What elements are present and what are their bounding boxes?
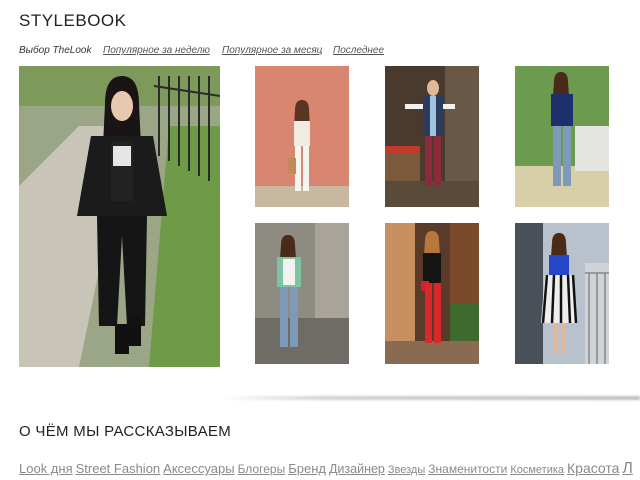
look-photo-2[interactable] <box>385 66 479 207</box>
tab-popular-week[interactable]: Популярное за неделю <box>103 45 210 56</box>
tag-bloggers[interactable]: Блогеры <box>238 462 286 476</box>
tag-street-fashion[interactable]: Street Fashion <box>76 461 161 476</box>
look-image-2 <box>385 66 479 207</box>
look-image-6 <box>515 223 609 364</box>
look-photo-3[interactable] <box>515 66 609 207</box>
tag-more[interactable]: Л <box>622 460 633 477</box>
tag-designer[interactable]: Дизайнер <box>329 462 385 476</box>
section-divider <box>220 396 640 400</box>
tag-brand[interactable]: Бренд <box>288 461 326 476</box>
tag-accessories[interactable]: Аксессуары <box>163 461 234 476</box>
tag-cosmetics[interactable]: Косметика <box>510 464 564 476</box>
tag-stars[interactable]: Звезды <box>388 464 425 476</box>
tag-celebrities[interactable]: Знаменитости <box>428 462 507 476</box>
tab-popular-month[interactable]: Популярное за месяц <box>222 45 322 56</box>
look-photo-1[interactable] <box>255 66 349 207</box>
tab-latest[interactable]: Последнее <box>333 45 384 56</box>
section-title: О ЧЁМ МЫ РАССКАЗЫВАЕМ <box>19 423 232 440</box>
look-photo-6[interactable] <box>515 223 609 364</box>
look-image-5 <box>385 223 479 364</box>
tag-look-of-day[interactable]: Look дня <box>19 461 73 476</box>
tag-cloud: Look дня Street Fashion Аксессуары Блогеры Б… <box>19 460 636 478</box>
look-photo-5[interactable] <box>385 223 479 364</box>
look-image-3 <box>515 66 609 207</box>
look-image-4 <box>255 223 349 364</box>
tag-beauty[interactable]: Красота <box>567 460 619 476</box>
page-title: STYLEBOOK <box>19 11 127 30</box>
featured-look-image <box>19 66 220 367</box>
featured-look-photo[interactable] <box>19 66 220 367</box>
look-photo-4[interactable] <box>255 223 349 364</box>
look-image-1 <box>255 66 349 207</box>
tab-thelook-choice[interactable]: Выбор TheLook <box>19 45 91 56</box>
